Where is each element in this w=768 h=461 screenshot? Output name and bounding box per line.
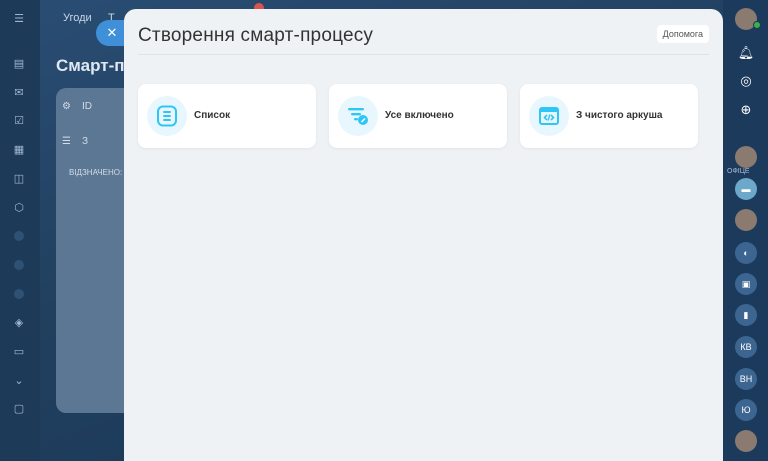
header-divider bbox=[138, 54, 709, 55]
contact-card-icon[interactable]: ▣ bbox=[735, 273, 757, 295]
modal-title: Створення смарт-процесу bbox=[138, 25, 374, 46]
search-chat-icon[interactable]: ⊕ bbox=[735, 99, 757, 121]
crm-icon[interactable]: ⬡ bbox=[12, 201, 26, 215]
avatar-vn[interactable]: ВН bbox=[735, 368, 757, 390]
contact-avatar[interactable] bbox=[735, 146, 757, 168]
row-value: З bbox=[82, 136, 89, 147]
avatar-yu[interactable]: Ю bbox=[735, 399, 757, 421]
contact-avatar[interactable] bbox=[735, 430, 757, 452]
gear-icon[interactable]: ⚙ bbox=[62, 101, 71, 112]
more-icon[interactable]: ⌄ bbox=[12, 374, 26, 388]
rows-icon: ☰ bbox=[62, 136, 71, 147]
menu-icon[interactable]: ☰ bbox=[12, 12, 26, 26]
avatar-kv[interactable]: КВ bbox=[735, 336, 757, 358]
card-icon[interactable]: ▭ bbox=[12, 345, 26, 359]
card-label: З чистого аркуша bbox=[576, 110, 663, 121]
calendar-icon[interactable]: ▦ bbox=[12, 143, 26, 157]
left-sidebar: ☰ ▤ ✉ ☑ ▦ ◫ ⬡ ◈ ▭ ⌄ ▢ bbox=[0, 0, 40, 461]
template-card-all-inclusive[interactable]: Усе включено bbox=[329, 84, 507, 148]
card-label: Усе включено bbox=[385, 110, 454, 121]
rail-label: ОФІЦЕ bbox=[727, 168, 750, 175]
right-sidebar: 🔔︎ ◎ ⊕ ОФІЦЕ ▬ ◐ ▣ ▮ КВ ВН Ю bbox=[723, 0, 768, 461]
template-card-from-scratch[interactable]: З чистого аркуша bbox=[520, 84, 698, 148]
page-title: Смарт-п bbox=[56, 56, 125, 75]
help-button[interactable]: Допомога bbox=[656, 25, 709, 43]
bell-icon[interactable]: 🔔︎ bbox=[735, 42, 757, 64]
filter-check-icon bbox=[338, 96, 378, 136]
sidebar-dot[interactable] bbox=[14, 260, 24, 270]
selected-count: ВІДЗНАЧЕНО: 0 bbox=[69, 168, 129, 177]
tab-deals[interactable]: Угоди bbox=[63, 12, 92, 24]
mail-icon[interactable]: ✉ bbox=[12, 86, 26, 100]
column-id: ID bbox=[82, 101, 92, 112]
list-icon bbox=[147, 96, 187, 136]
chat-icon[interactable]: ◫ bbox=[12, 172, 26, 186]
card-label: Список bbox=[194, 110, 231, 121]
code-window-icon bbox=[529, 96, 569, 136]
feed-icon[interactable]: ▤ bbox=[12, 57, 26, 71]
settings-icon[interactable]: ▢ bbox=[12, 402, 26, 416]
tasks-icon[interactable]: ☑ bbox=[12, 114, 26, 128]
create-smart-process-modal: Створення смарт-процесу Допомога Список … bbox=[124, 9, 723, 461]
group-avatar[interactable]: ◐ bbox=[735, 242, 757, 264]
sidebar-dot[interactable] bbox=[14, 289, 24, 299]
online-status-icon bbox=[753, 21, 761, 29]
sidebar-dot[interactable] bbox=[14, 231, 24, 241]
bookmark-icon[interactable]: ▮ bbox=[735, 304, 757, 326]
stack-icon[interactable]: ◈ bbox=[12, 316, 26, 330]
chat-bubble-icon[interactable]: ▬ bbox=[735, 178, 757, 200]
template-card-list[interactable]: Список bbox=[138, 84, 316, 148]
contact-avatar[interactable] bbox=[735, 209, 757, 231]
sync-icon[interactable]: ◎ bbox=[735, 70, 757, 92]
